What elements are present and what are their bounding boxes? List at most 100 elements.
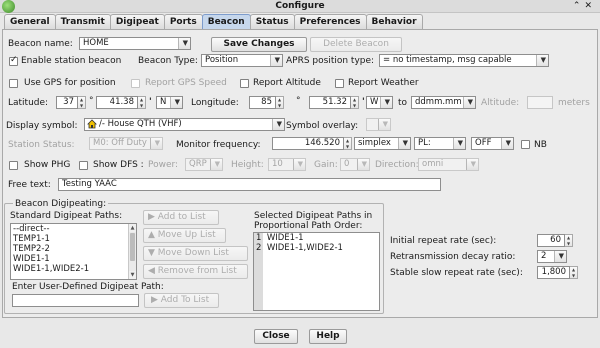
chevron-down-icon: ▼ [558,252,564,260]
tab-digipeat[interactable]: Digipeat [109,14,165,29]
report-gps-speed-label: Report GPS Speed [145,78,227,88]
close-button[interactable]: Close [254,329,298,344]
enable-beacon-checkbox[interactable] [9,55,18,66]
longitude-hemisphere-combo[interactable]: W ▼ [366,96,393,109]
list-item[interactable]: 1 WIDE1-1 [254,233,379,243]
free-text-field[interactable]: Testing YAAC [58,178,441,191]
tab-behavior[interactable]: Behavior [365,14,423,29]
scroll-up-icon[interactable]: ▲ [129,224,136,232]
chevron-down-icon: ▼ [154,139,160,147]
beacon-name-combo[interactable]: HOME ▼ [79,37,191,50]
altitude-field[interactable] [527,96,553,109]
delete-beacon-button[interactable]: Delete Beacon [310,37,402,52]
height-label: Height: [231,160,264,170]
longitude-minutes-field[interactable]: 51.32 [309,96,351,109]
latitude-minutes-field[interactable]: 41.38 [96,96,138,109]
report-altitude-checkbox[interactable] [240,79,249,88]
latitude-degrees-spinner[interactable]: ▲ ▼ [78,96,86,109]
height-combo[interactable]: 10 ▼ [268,158,306,171]
user-defined-path-field[interactable] [12,294,139,307]
use-gps-checkbox[interactable] [9,79,18,88]
pl-tone-combo[interactable]: OFF ▼ [471,137,514,150]
beacon-type-label: Beacon Type: [138,56,198,66]
longitude-minutes-spinner[interactable]: ▲ ▼ [351,96,359,109]
report-weather-checkbox[interactable] [335,79,344,88]
initial-repeat-rate-label: Initial repeat rate (sec): [390,236,497,246]
report-gps-speed-checkbox[interactable] [131,79,140,88]
scroll-thumb[interactable] [130,233,135,261]
selected-paths-list[interactable]: 1 WIDE1-1 2 WIDE1-1,WIDE2-1 [253,232,380,311]
coordinate-format-combo[interactable]: ddmm.mm ▼ [411,96,476,109]
to-label: to [398,98,408,108]
remove-from-list-button[interactable]: ◀ Remove from List [143,264,248,279]
duplex-combo[interactable]: simplex ▼ [354,137,411,150]
aprs-position-type-combo[interactable]: = no timestamp, msg capable ▼ [379,54,549,67]
add-to-list-button[interactable]: ▶ Add to List [143,210,219,225]
save-changes-button[interactable]: Save Changes [211,37,307,52]
tab-beacon[interactable]: Beacon [201,14,251,29]
chevron-down-icon: ▼ [214,160,220,168]
scroll-down-icon[interactable]: ▼ [129,271,136,279]
tab-status[interactable]: Status [249,14,295,29]
list-item[interactable]: 2 WIDE1-1,WIDE2-1 [254,243,379,253]
arrow-right-icon: ▶ [148,212,158,222]
standard-paths-scrollbar[interactable]: ▲ ▼ [128,224,136,279]
direction-combo[interactable]: omni ▼ [418,158,479,171]
latitude-hemisphere-combo[interactable]: N ▼ [156,96,183,109]
chevron-down-icon: ▼ [402,139,408,147]
longitude-label: Longitude: [191,98,239,108]
chevron-down-icon: ▼ [505,139,511,147]
longitude-degrees-field[interactable]: 85 [249,96,276,109]
show-phg-checkbox[interactable] [9,161,18,170]
window-title: Configure [275,1,325,11]
initial-repeat-rate-field[interactable]: 60 [537,234,565,247]
show-dfs-checkbox[interactable] [79,161,88,170]
latitude-minutes-spinner[interactable]: ▲ ▼ [138,96,146,109]
power-combo[interactable]: QRP ▼ [185,158,223,171]
tab-ports[interactable]: Ports [163,14,203,29]
monitor-frequency-spinner[interactable]: ▲ ▼ [344,137,352,150]
nb-checkbox[interactable] [521,140,530,149]
move-down-list-button[interactable]: ▼ Move Down List [143,246,248,261]
beacon-type-combo[interactable]: Position ▼ [201,54,283,67]
add-to-list-user-button[interactable]: ▶ Add To List [144,293,219,308]
list-item[interactable]: TEMP2-2 [11,244,136,254]
close-window-icon[interactable]: ✕ [584,1,596,11]
pl-combo[interactable]: PL: ▼ [414,137,466,150]
longitude-degrees-spinner[interactable]: ▲ ▼ [276,96,284,109]
standard-paths-label: Standard Digipeat Paths: [10,211,123,221]
tab-general[interactable]: General [4,14,56,29]
tab-transmit[interactable]: Transmit [54,14,111,29]
altitude-label: Altitude: [481,98,520,108]
nb-label: NB [534,140,547,150]
aprs-position-type-label: APRS position type: [286,56,375,66]
list-item[interactable]: WIDE1-1 [11,254,136,264]
degree-symbol-icon: ° [296,96,301,106]
slow-repeat-rate-field[interactable]: 1,800 [537,266,570,279]
tab-bar: General Transmit Digipeat Ports Beacon S… [4,14,423,29]
chevron-down-icon: ▼ [361,160,367,168]
slow-repeat-rate-spinner[interactable]: ▲ ▼ [570,266,578,279]
chevron-down-icon: ▼ [467,98,473,106]
list-item[interactable]: TEMP1-1 [11,234,136,244]
symbol-overlay-combo[interactable]: ▼ [366,118,391,131]
initial-repeat-rate-spinner[interactable]: ▲ ▼ [565,234,573,247]
slow-repeat-rate-label: Stable slow repeat rate (sec): [390,268,523,278]
report-weather-label: Report Weather [348,78,419,88]
tab-preferences[interactable]: Preferences [293,14,367,29]
arrow-right-icon: ▶ [151,295,161,305]
house-icon [87,119,97,129]
gain-combo[interactable]: 0 ▼ [340,158,370,171]
standard-paths-list[interactable]: --direct-- TEMP1-1 TEMP2-2 WIDE1-1 WIDE1… [10,223,137,280]
latitude-degrees-field[interactable]: 37 [56,96,78,109]
display-symbol-combo[interactable]: /- House QTH (VHF) ▼ [84,118,285,131]
help-button[interactable]: Help [309,329,347,344]
station-status-combo[interactable]: M0: Off Duty ▼ [89,137,163,150]
move-up-list-button[interactable]: ▲ Move Up List [143,228,226,243]
chevron-down-icon: ▼ [274,56,280,64]
collapse-window-icon[interactable]: ⌃ [573,1,585,11]
monitor-frequency-field[interactable]: 146.520 [272,137,344,150]
decay-ratio-combo[interactable]: 2 ▼ [537,250,567,263]
list-item[interactable]: --direct-- [11,224,136,234]
list-item[interactable]: WIDE1-1,WIDE2-1 [11,264,136,274]
